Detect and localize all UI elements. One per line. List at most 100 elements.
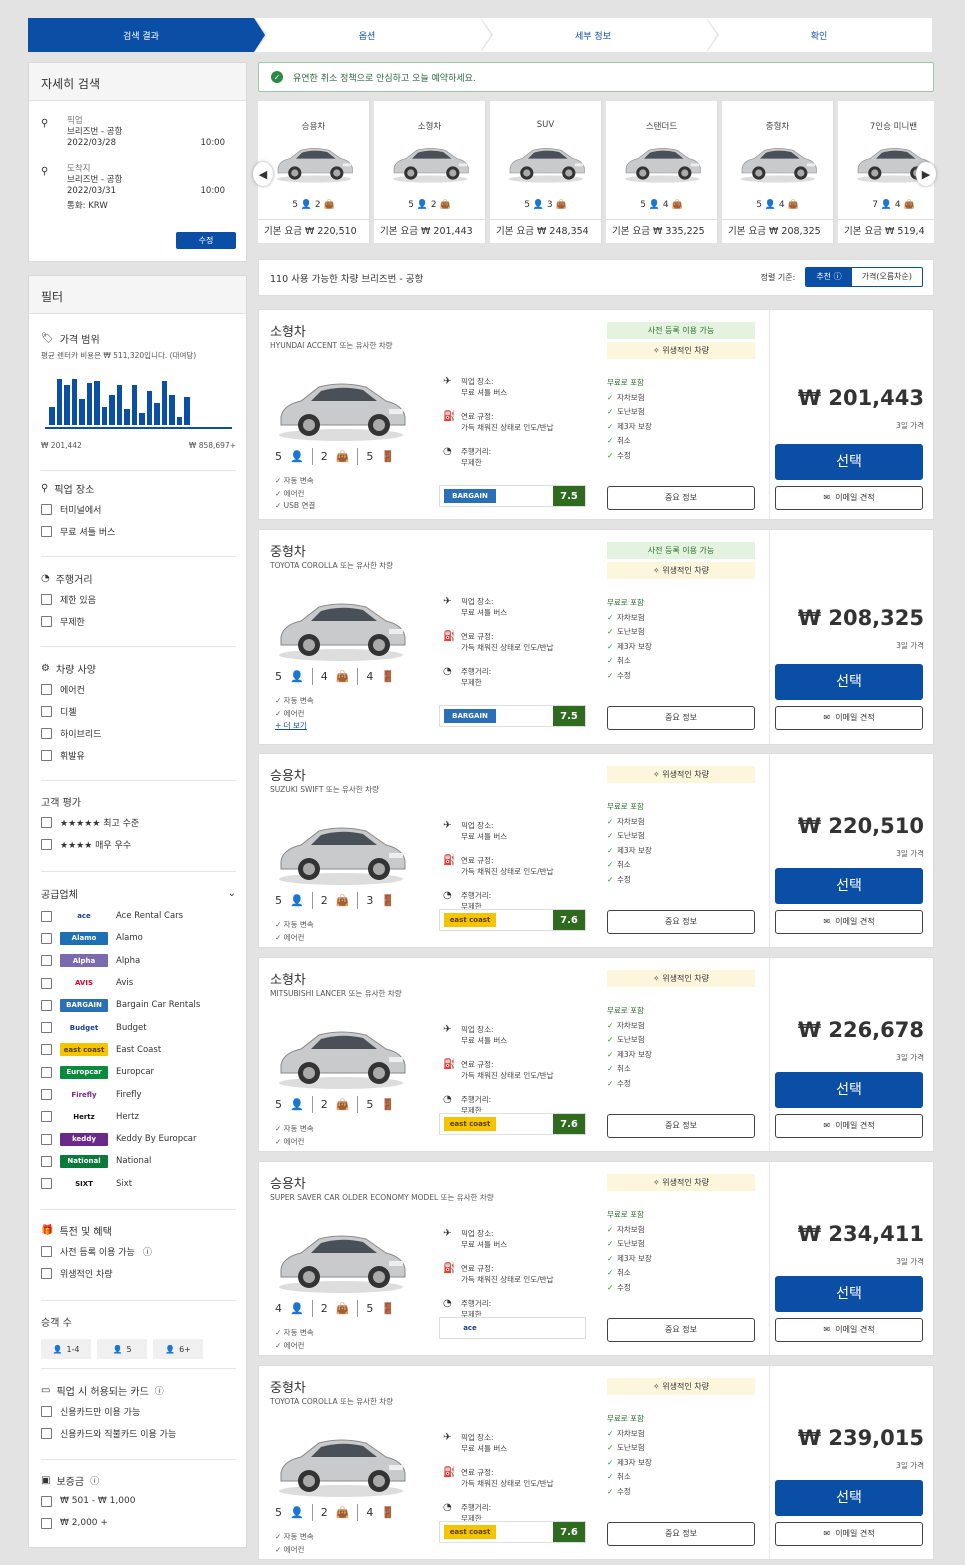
select-button[interactable]: 선택 (775, 664, 923, 700)
vendor-rating[interactable]: east coast 7.6 (439, 1113, 586, 1135)
carousel-next-button[interactable]: ▶ (916, 162, 936, 186)
person-icon: 👤 (52, 1344, 63, 1354)
chevron-down-icon[interactable]: ⌄ (228, 888, 236, 899)
category-card[interactable]: 스탠더드 5 👤 4 👜 기본 요금 ₩ 335,225 (606, 101, 718, 243)
important-info-button[interactable]: 중요 정보 (607, 1522, 755, 1546)
filter-credit-debit[interactable]: 신용카드와 직불카드 이용 가능 (41, 1422, 236, 1444)
filter-unlimited[interactable]: 무제한 (41, 610, 236, 632)
important-info-button[interactable]: 중요 정보 (607, 1114, 755, 1138)
prereg-badge: 사전 등록 이용 가능 (607, 322, 755, 339)
important-info-button[interactable]: 중요 정보 (607, 1318, 755, 1342)
supplier-option[interactable]: Alpha Alpha (41, 950, 236, 972)
histogram-bar (176, 417, 182, 425)
carousel-prev-button[interactable]: ◀ (253, 162, 273, 186)
email-quote-button[interactable]: ✉ 이메일 견적 (775, 1522, 923, 1546)
info-icon[interactable]: ⓘ (90, 1474, 99, 1487)
supplier-option[interactable]: BARGAIN Bargain Car Rentals (41, 994, 236, 1016)
filter-terminal[interactable]: 터미널에서 (41, 498, 236, 520)
pickup-info: ✈ 픽업 장소: 무료 셔틀 버스 (443, 820, 553, 842)
filter-diesel[interactable]: 디젤 (41, 700, 236, 722)
step-details[interactable]: 세부 정보 (480, 18, 719, 52)
important-info-button[interactable]: 중요 정보 (607, 910, 755, 934)
car-capacity: 5 👤 2 👜 5 🚪 (275, 448, 395, 465)
email-quote-button[interactable]: ✉ 이메일 견적 (775, 1114, 923, 1138)
vendor-rating[interactable]: ace (439, 1317, 586, 1339)
histogram-bar (184, 397, 190, 425)
category-card[interactable]: SUV 5 👤 3 👜 기본 요금 ₩ 248,354 (490, 101, 602, 243)
filter-rating-good[interactable]: ★★★★ 매우 우수 (41, 833, 236, 855)
feature-label: 자동 변속 (283, 1532, 314, 1541)
supplier-option[interactable]: ace Ace Rental Cars (41, 905, 236, 927)
filter-rating-top[interactable]: ★★★★★ 최고 수준 (41, 811, 236, 833)
email-quote-button[interactable]: ✉ 이메일 견적 (775, 706, 923, 730)
vendor-rating[interactable]: east coast 7.6 (439, 909, 586, 931)
sparkle-icon: ✧ (653, 566, 660, 575)
category-card[interactable]: 소형차 5 👤 2 👜 기본 요금 ₩ 201,443 (374, 101, 486, 243)
important-info-button[interactable]: 중요 정보 (607, 706, 755, 730)
category-card[interactable]: 중형차 5 👤 4 👜 기본 요금 ₩ 208,325 (722, 101, 834, 243)
important-info-button[interactable]: 중요 정보 (607, 486, 755, 510)
filter-hygiene[interactable]: 위생적인 차량 (41, 1262, 236, 1284)
supplier-option[interactable]: Firefly Firefly (41, 1083, 236, 1105)
vendor-rating[interactable]: BARGAIN 7.5 (439, 485, 586, 507)
select-button[interactable]: 선택 (775, 1072, 923, 1108)
pax-1-4-button[interactable]: 👤 1-4 (41, 1339, 91, 1359)
car-result-card: 승용차 SUPER SAVER CAR OLDER ECONOMY MODEL … (258, 1161, 934, 1356)
car-image (279, 383, 406, 441)
select-button[interactable]: 선택 (775, 1276, 923, 1312)
info-value: 가득 채워진 상태로 인도/반납 (461, 643, 554, 652)
supplier-option[interactable]: keddy Keddy By Europcar (41, 1128, 236, 1150)
email-quote-button[interactable]: ✉ 이메일 견적 (775, 1318, 923, 1342)
vendor-rating[interactable]: east coast 7.6 (439, 1521, 586, 1543)
pax-6-button[interactable]: 👤 6+ (153, 1339, 203, 1359)
supplier-option[interactable]: SIXT Sixt (41, 1173, 236, 1195)
supplier-option[interactable]: Hertz Hertz (41, 1106, 236, 1128)
filter-title: 필터 (29, 276, 246, 314)
filter-petrol[interactable]: 휘발유 (41, 744, 236, 766)
included-title: 무료로 포함 (607, 598, 644, 607)
filter-credit-only[interactable]: 신용카드만 이용 가능 (41, 1400, 236, 1422)
credit-card-icon: ▭ (41, 1385, 51, 1396)
filter-aircon[interactable]: 에어컨 (41, 678, 236, 700)
badge-label: 위생적인 차량 (662, 566, 709, 575)
category-name: 승용차 (301, 122, 326, 132)
step-options[interactable]: 옵션 (254, 18, 493, 52)
select-button[interactable]: 선택 (775, 1480, 923, 1516)
filter-limited[interactable]: 제한 있음 (41, 588, 236, 610)
filter-deposit-high[interactable]: ₩ 2,000 + (41, 1512, 236, 1534)
edit-search-button[interactable]: 수정 (176, 232, 236, 249)
car-feature: ✓ 자동 변속 (275, 476, 314, 485)
filter-shuttle[interactable]: 무료 셔틀 버스 (41, 520, 236, 542)
supplier-option[interactable]: AVIS Avis (41, 972, 236, 994)
price-slider-track[interactable] (45, 427, 232, 429)
select-button[interactable]: 선택 (775, 444, 923, 480)
sort-price-button[interactable]: 가격(오름차순) (852, 268, 922, 286)
dropoff-info: ⚲ 도착지 브리즈번 - 공항 2022/03/31 10:00 통화: KRW (29, 164, 246, 212)
feature-label: 에어컨 (283, 708, 305, 718)
step-label: 옵션 (358, 31, 376, 42)
info-icon[interactable]: ⓘ (143, 1245, 152, 1258)
info-icon[interactable]: ⓘ (155, 1384, 164, 1397)
supplier-option[interactable]: Alamo Alamo (41, 927, 236, 949)
email-quote-button[interactable]: ✉ 이메일 견적 (775, 486, 923, 510)
pax-5-button[interactable]: 👤 5 (97, 1339, 147, 1359)
vendor-rating[interactable]: BARGAIN 7.5 (439, 705, 586, 727)
sort-recommended-button[interactable]: 추천 ⓘ (806, 268, 852, 286)
step-results[interactable]: 검색 결과 (28, 18, 267, 52)
filter-prereg[interactable]: 사전 등록 이용 가능 ⓘ (41, 1240, 236, 1262)
filter-heading: 특전 및 혜택 (59, 1227, 112, 1238)
show-more-link[interactable]: + 더 보기 (275, 720, 314, 733)
category-card[interactable]: 승용차 5 👤 2 👜 기본 요금 ₩ 220,510 (258, 101, 370, 243)
supplier-option[interactable]: Budget Budget (41, 1016, 236, 1038)
supplier-option[interactable]: Europcar Europcar (41, 1061, 236, 1083)
filter-hybrid[interactable]: 하이브리드 (41, 722, 236, 744)
filter-deposit-low[interactable]: ₩ 501 - ₩ 1,000 (41, 1490, 236, 1512)
select-button[interactable]: 선택 (775, 868, 923, 904)
bags: 2 (320, 1302, 328, 1315)
supplier-option[interactable]: National National (41, 1150, 236, 1172)
email-quote-button[interactable]: ✉ 이메일 견적 (775, 910, 923, 934)
supplier-option[interactable]: east coast East Coast (41, 1039, 236, 1061)
sort-option-label: 추천 (816, 272, 832, 281)
step-confirm[interactable]: 확인 (706, 18, 932, 52)
airplane-icon: ✈ (443, 376, 452, 387)
